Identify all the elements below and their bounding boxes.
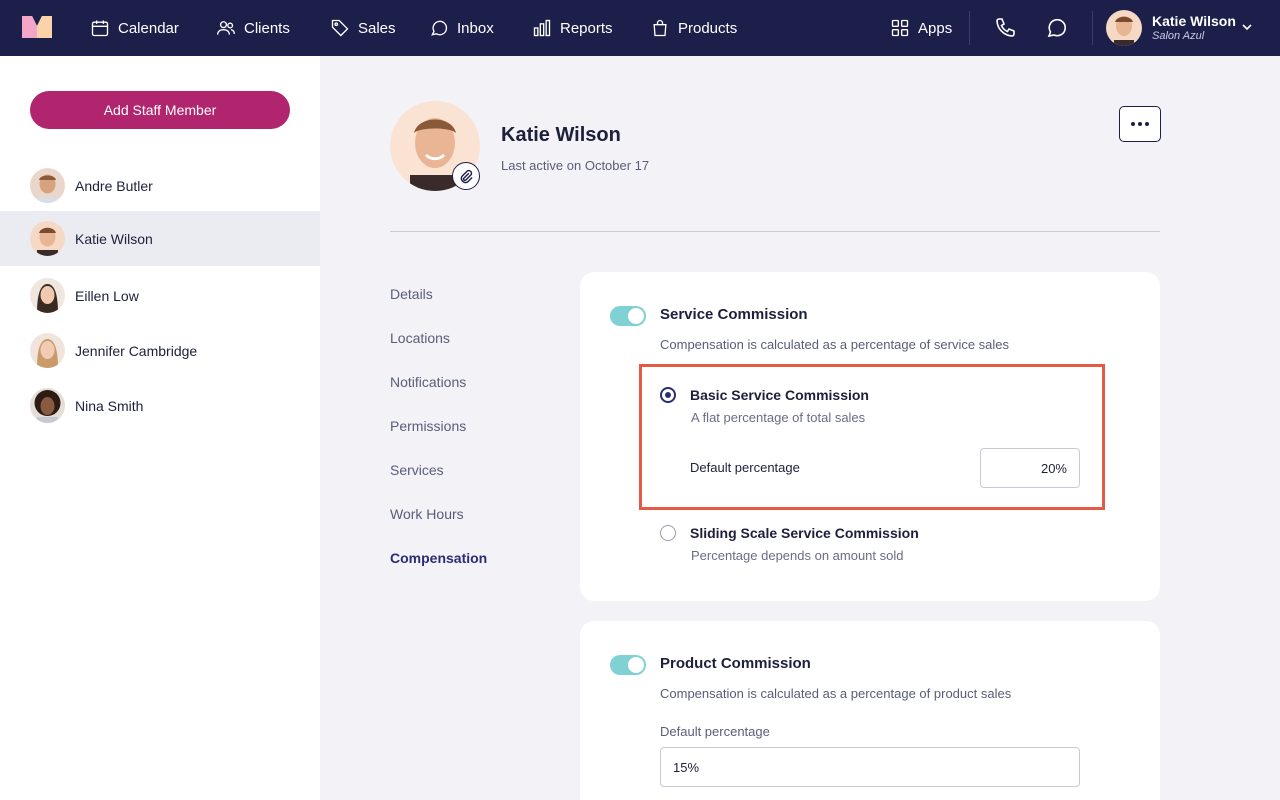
nav-reports[interactable]: Reports <box>532 0 613 56</box>
service-commission-description: Compensation is calculated as a percenta… <box>660 337 1010 352</box>
more-options-button[interactable] <box>1119 106 1161 142</box>
service-commission-toggle[interactable] <box>610 306 646 326</box>
product-commission-toggle[interactable] <box>610 655 646 675</box>
nav-divider <box>1092 11 1093 45</box>
phone-button[interactable] <box>994 16 1018 40</box>
nav-sales[interactable]: Sales <box>330 0 396 56</box>
calendar-icon <box>91 20 109 37</box>
inbox-icon <box>431 20 448 36</box>
phone-icon <box>996 18 1015 37</box>
nav-inbox[interactable]: Inbox <box>429 0 494 56</box>
nav-label: Reports <box>560 19 613 37</box>
nav-label: Clients <box>244 19 290 37</box>
bar-chart-icon <box>533 19 551 37</box>
subnav-notifications[interactable]: Notifications <box>390 374 466 390</box>
avatar <box>30 168 65 203</box>
add-staff-button[interactable]: Add Staff Member <box>30 91 290 129</box>
basic-commission-description: A flat percentage of total sales <box>691 410 866 425</box>
top-nav: Calendar Clients Sales Inbox Reports Pro… <box>0 0 1280 56</box>
nav-apps[interactable]: Apps <box>890 0 952 56</box>
avatar <box>30 221 65 256</box>
avatar <box>30 333 65 368</box>
profile-name: Katie Wilson <box>501 124 621 146</box>
basic-commission-radio[interactable] <box>660 387 676 403</box>
subnav-work-hours[interactable]: Work Hours <box>390 506 464 522</box>
grid-icon <box>891 19 909 37</box>
chat-button[interactable] <box>1045 16 1069 40</box>
brand-logo-icon[interactable] <box>22 16 52 38</box>
nav-calendar[interactable]: Calendar <box>90 0 179 56</box>
subnav-permissions[interactable]: Permissions <box>390 418 466 434</box>
user-menu[interactable]: Katie Wilson Salon Azul <box>1106 10 1236 46</box>
avatar <box>30 278 65 313</box>
nav-clients[interactable]: Clients <box>216 0 290 56</box>
nav-label: Inbox <box>457 19 494 37</box>
default-percentage-label: Default percentage <box>690 460 800 475</box>
subnav-services[interactable]: Services <box>390 462 444 478</box>
subnav-locations[interactable]: Locations <box>390 330 450 346</box>
product-default-percentage-input[interactable] <box>660 747 1080 787</box>
sliding-scale-commission-radio[interactable] <box>660 525 676 541</box>
service-commission-title: Service Commission <box>660 306 808 323</box>
sliding-scale-commission-description: Percentage depends on amount sold <box>691 548 904 563</box>
tag-icon <box>331 19 349 37</box>
user-salon: Salon Azul <box>1152 30 1205 42</box>
chat-bubble-icon <box>1047 18 1067 38</box>
nav-divider <box>969 11 970 45</box>
highlight-box <box>639 364 1105 510</box>
avatar <box>30 388 65 423</box>
staff-item-eillen-low[interactable]: Eillen Low <box>0 268 320 323</box>
subnav-compensation[interactable]: Compensation <box>390 550 487 566</box>
basic-commission-title: Basic Service Commission <box>690 387 869 403</box>
staff-sidebar: Add Staff Member Andre Butler Katie Wils… <box>0 56 320 800</box>
staff-item-jennifer-cambridge[interactable]: Jennifer Cambridge <box>0 323 320 378</box>
nav-label: Apps <box>918 19 953 37</box>
nav-label: Sales <box>358 19 396 37</box>
service-default-percentage-input[interactable] <box>980 448 1080 488</box>
product-default-percentage-label: Default percentage <box>660 724 770 739</box>
last-active-text: Last active on October 17 <box>501 158 650 173</box>
nav-label: Calendar <box>118 19 179 37</box>
ellipsis-icon <box>1131 122 1135 126</box>
staff-name: Eillen Low <box>75 287 139 304</box>
users-icon <box>217 21 235 35</box>
staff-item-andre-butler[interactable]: Andre Butler <box>0 158 320 213</box>
paperclip-icon <box>460 169 473 183</box>
staff-item-nina-smith[interactable]: Nina Smith <box>0 378 320 433</box>
staff-item-katie-wilson[interactable]: Katie Wilson <box>0 211 320 266</box>
edit-avatar-button[interactable] <box>452 162 480 190</box>
divider <box>390 231 1160 232</box>
user-name: Katie Wilson <box>1152 13 1236 29</box>
sliding-scale-commission-title: Sliding Scale Service Commission <box>690 525 919 541</box>
staff-name: Andre Butler <box>75 177 153 194</box>
nav-label: Products <box>678 19 738 37</box>
staff-name: Jennifer Cambridge <box>75 342 198 359</box>
product-commission-description: Compensation is calculated as a percenta… <box>660 686 1012 701</box>
chevron-down-icon[interactable] <box>1240 20 1254 34</box>
nav-products[interactable]: Products <box>650 0 737 56</box>
product-commission-title: Product Commission <box>660 655 811 672</box>
staff-name: Nina Smith <box>75 397 144 414</box>
staff-name: Katie Wilson <box>75 230 153 247</box>
shopping-bag-icon <box>653 19 667 37</box>
subnav-details[interactable]: Details <box>390 286 433 302</box>
avatar <box>1106 10 1142 46</box>
